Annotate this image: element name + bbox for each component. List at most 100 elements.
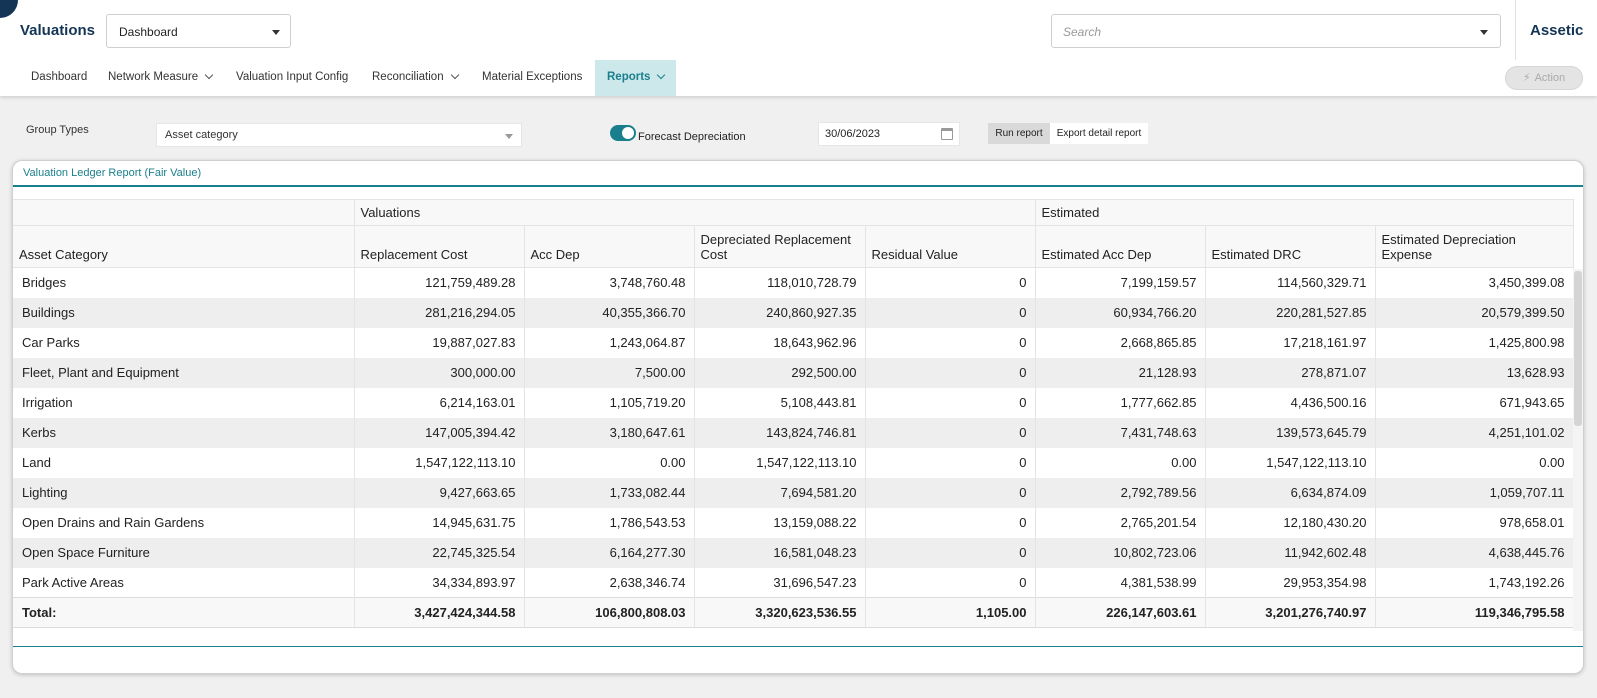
- asset-category-cell: Park Active Areas: [13, 567, 355, 598]
- nav-dashboard[interactable]: Dashboard: [31, 60, 87, 96]
- action-button[interactable]: ⚡ Action: [1505, 66, 1583, 90]
- table-row[interactable]: Buildings 281,216,294.05 40,355,366.70 240,…: [13, 297, 1574, 328]
- value-cell: 6,164,277.30: [524, 537, 695, 568]
- value-cell: 13,628.93: [1375, 357, 1574, 388]
- valuation-ledger-table: Valuations Estimated Asset Category Repl…: [13, 199, 1574, 628]
- search-placeholder: Search: [1063, 25, 1102, 39]
- value-cell: 2,792,789.56: [1035, 477, 1206, 508]
- table-row[interactable]: Park Active Areas 34,334,893.97 2,638,346.…: [13, 567, 1574, 598]
- value-cell: 60,934,766.20: [1035, 297, 1206, 328]
- chevron-down-icon: [505, 134, 513, 139]
- header-divider: [1515, 0, 1516, 60]
- corner-decoration: [0, 0, 18, 18]
- table-row[interactable]: Car Parks 19,887,027.83 1,243,064.87 18,643…: [13, 327, 1574, 358]
- value-cell: 9,427,663.65: [354, 477, 525, 508]
- nav-valuation-input-config[interactable]: Valuation Input Config: [236, 60, 348, 96]
- value-cell: 0: [865, 417, 1036, 448]
- value-cell: 0.00: [1375, 447, 1574, 478]
- nav-label: Valuation Input Config: [236, 71, 349, 83]
- col-estimated-acc-dep[interactable]: Estimated Acc Dep: [1035, 225, 1206, 268]
- table-scrollbar-thumb[interactable]: [1574, 271, 1582, 426]
- value-cell: 29,953,354.98: [1205, 567, 1376, 598]
- value-cell: 4,638,445.76: [1375, 537, 1574, 568]
- value-cell: 0: [865, 357, 1036, 388]
- group-types-select[interactable]: Asset category: [156, 123, 522, 147]
- group-header-empty: [13, 199, 355, 226]
- value-cell: 0: [865, 267, 1036, 298]
- search-input[interactable]: Search: [1051, 14, 1501, 48]
- nav-material-exceptions[interactable]: Material Exceptions: [482, 60, 582, 96]
- value-cell: 7,199,159.57: [1035, 267, 1206, 298]
- value-cell: 13,159,088.22: [694, 507, 866, 538]
- asset-category-cell: Open Space Furniture: [13, 537, 355, 568]
- value-cell: 0: [865, 327, 1036, 358]
- col-acc-dep[interactable]: Acc Dep: [524, 225, 695, 268]
- value-cell: 34,334,893.97: [354, 567, 525, 598]
- table-row[interactable]: Fleet, Plant and Equipment 300,000.00 7,50…: [13, 357, 1574, 388]
- value-cell: 139,573,645.79: [1205, 417, 1376, 448]
- table-row[interactable]: Lighting 9,427,663.65 1,733,082.44 7,694,58…: [13, 477, 1574, 508]
- table-row[interactable]: Open Space Furniture 22,745,325.54 6,164,2…: [13, 537, 1574, 568]
- col-residual-value[interactable]: Residual Value: [865, 225, 1036, 268]
- group-header-row: Valuations Estimated: [13, 199, 1574, 226]
- asset-category-cell: Buildings: [13, 297, 355, 328]
- value-cell: 1,743,192.26: [1375, 567, 1574, 598]
- table-row[interactable]: Open Drains and Rain Gardens 14,945,631.7…: [13, 507, 1574, 538]
- value-cell: 17,218,161.97: [1205, 327, 1376, 358]
- action-label: Action: [1534, 72, 1566, 84]
- nav-network-measure[interactable]: Network Measure: [108, 60, 214, 96]
- asset-category-cell: Kerbs: [13, 417, 355, 448]
- run-report-button[interactable]: Run report: [988, 123, 1050, 144]
- total-cell: 3,427,424,344.58: [354, 597, 525, 628]
- value-cell: 114,560,329.71: [1205, 267, 1376, 298]
- value-cell: 2,765,201.54: [1035, 507, 1206, 538]
- asset-category-cell: Open Drains and Rain Gardens: [13, 507, 355, 538]
- col-replacement-cost[interactable]: Replacement Cost: [354, 225, 525, 268]
- value-cell: 5,108,443.81: [694, 387, 866, 418]
- report-date-input[interactable]: 30/06/2023: [818, 122, 960, 146]
- table-row[interactable]: Bridges 121,759,489.28 3,748,760.48 118,010…: [13, 267, 1574, 298]
- value-cell: 1,733,082.44: [524, 477, 695, 508]
- calendar-icon[interactable]: [941, 128, 953, 140]
- value-cell: 14,945,631.75: [354, 507, 525, 538]
- asset-category-cell: Lighting: [13, 477, 355, 508]
- brand-logo: Assetic: [1530, 22, 1584, 39]
- value-cell: 0.00: [524, 447, 695, 478]
- chevron-down-icon: [204, 70, 214, 80]
- value-cell: 11,942,602.48: [1205, 537, 1376, 568]
- col-asset-category[interactable]: Asset Category: [13, 225, 355, 268]
- main-nav: Dashboard Network Measure Valuation Inpu…: [0, 60, 1597, 96]
- value-cell: 0: [865, 507, 1036, 538]
- value-cell: 4,381,538.99: [1035, 567, 1206, 598]
- value-cell: 18,643,962.96: [694, 327, 866, 358]
- col-depreciated-replacement-cost[interactable]: Depreciated Replacement Cost: [694, 225, 866, 268]
- value-cell: 6,634,874.09: [1205, 477, 1376, 508]
- table-row[interactable]: Irrigation 6,214,163.01 1,105,719.20 5,108,…: [13, 387, 1574, 418]
- app-header: Valuations Dashboard Search Assetic: [0, 0, 1597, 60]
- value-cell: 0: [865, 537, 1036, 568]
- table-row[interactable]: Land 1,547,122,113.10 0.00 1,547,122,113.10…: [13, 447, 1574, 478]
- value-cell: 0: [865, 297, 1036, 328]
- value-cell: 22,745,325.54: [354, 537, 525, 568]
- value-cell: 3,748,760.48: [524, 267, 695, 298]
- nav-label: Reconciliation: [372, 71, 444, 83]
- value-cell: 12,180,430.20: [1205, 507, 1376, 538]
- value-cell: 0: [865, 447, 1036, 478]
- export-detail-report-button[interactable]: Export detail report: [1050, 123, 1148, 144]
- col-estimated-drc[interactable]: Estimated DRC: [1205, 225, 1376, 268]
- total-cell: 226,147,603.61: [1035, 597, 1206, 628]
- forecast-depreciation-toggle[interactable]: [610, 125, 636, 141]
- col-estimated-depreciation-expense[interactable]: Estimated Depreciation Expense: [1375, 225, 1574, 268]
- nav-reports[interactable]: Reports: [595, 60, 677, 96]
- value-cell: 0: [865, 387, 1036, 418]
- totals-row: Total: 3,427,424,344.58 106,800,808.03 3…: [13, 597, 1574, 628]
- dashboard-select[interactable]: Dashboard: [106, 14, 291, 48]
- group-header-estimated: Estimated: [1035, 199, 1574, 226]
- table-row[interactable]: Kerbs 147,005,394.42 3,180,647.61 143,824,7…: [13, 417, 1574, 448]
- value-cell: 4,436,500.16: [1205, 387, 1376, 418]
- asset-category-cell: Land: [13, 447, 355, 478]
- value-cell: 2,668,865.85: [1035, 327, 1206, 358]
- value-cell: 1,547,122,113.10: [1205, 447, 1376, 478]
- nav-reconciliation[interactable]: Reconciliation: [372, 60, 459, 96]
- nav-label: Dashboard: [31, 71, 88, 83]
